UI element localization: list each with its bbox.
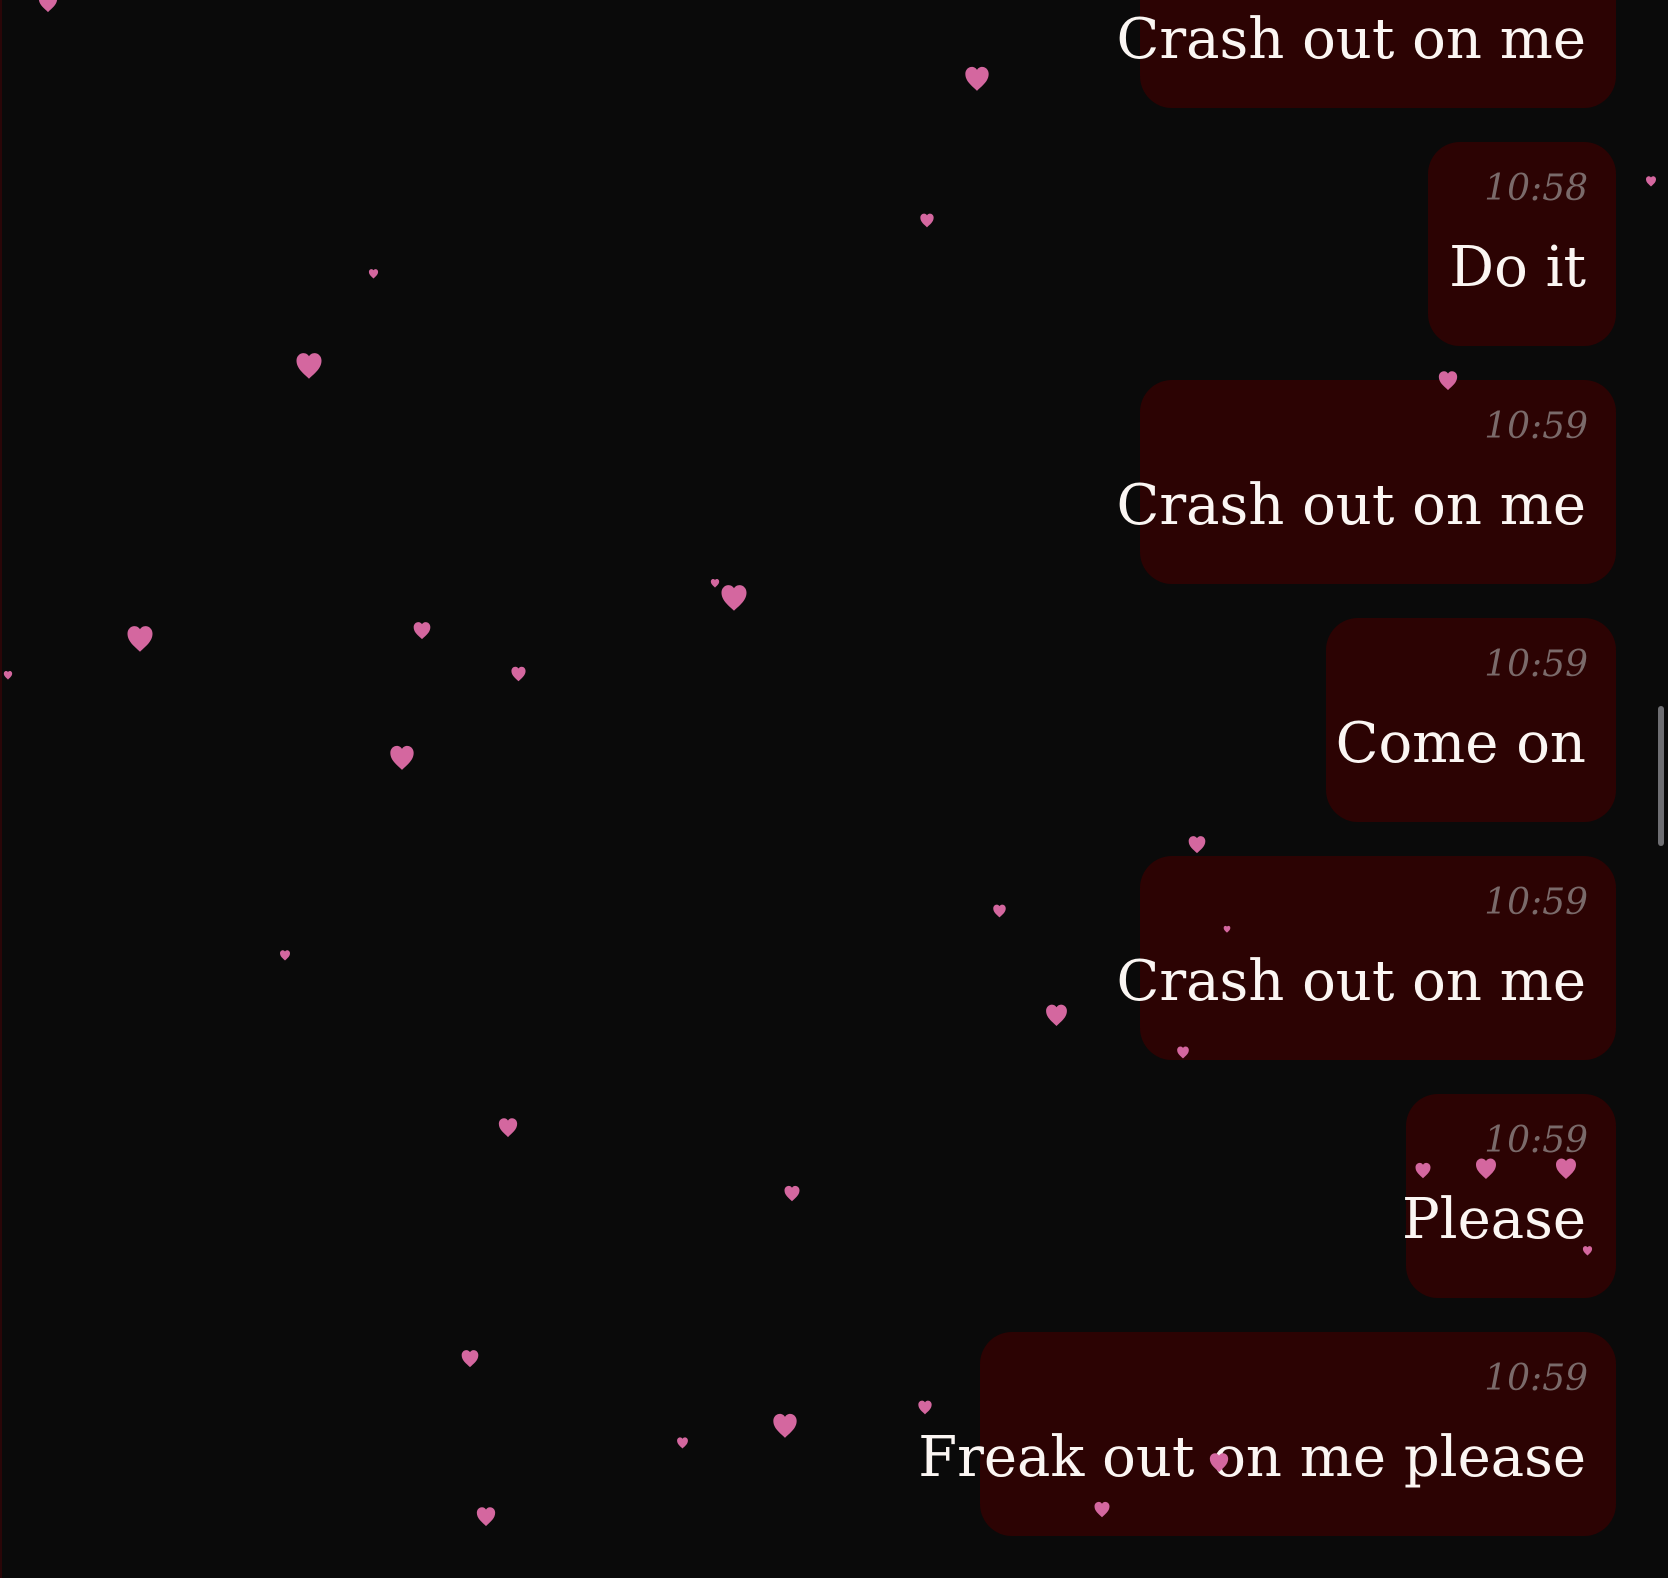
heart-icon	[3, 671, 13, 680]
scrollbar[interactable]	[1658, 706, 1664, 846]
heart-icon	[38, 0, 58, 13]
heart-icon	[1209, 1453, 1229, 1473]
heart-icon	[510, 666, 526, 681]
heart-icon	[773, 1413, 797, 1438]
message-bubble[interactable]: 10:59 Freak out on me please	[918, 1332, 1616, 1536]
message-timestamp: 10:59	[1484, 644, 1588, 685]
heart-icon	[1188, 836, 1206, 854]
heart-icon	[1045, 1004, 1067, 1026]
heart-icon	[296, 353, 322, 379]
heart-icon	[368, 268, 378, 279]
message-text: Please	[1402, 1187, 1586, 1252]
heart-icon	[1476, 1158, 1496, 1179]
message-timestamp: 10:59	[1484, 882, 1588, 923]
heart-icon	[920, 213, 934, 228]
heart-icon	[280, 950, 290, 961]
left-edge-line	[0, 0, 2, 1578]
message-bubble[interactable]: 10:59 Please	[1402, 1094, 1616, 1298]
message-bubble[interactable]: 10:59 Crash out on me	[1116, 380, 1616, 584]
message-timestamp: 10:59	[1484, 406, 1588, 447]
message-text: Crash out on me	[1116, 949, 1586, 1014]
heart-icon	[965, 66, 989, 91]
heart-icon	[476, 1507, 496, 1527]
heart-icon	[498, 1118, 518, 1138]
message-text: Come on	[1335, 711, 1586, 776]
heart-icon	[413, 622, 431, 640]
heart-icon	[721, 585, 747, 611]
heart-icon	[127, 626, 153, 652]
message-timestamp: 10:59	[1484, 1358, 1588, 1399]
heart-icon	[1094, 1501, 1110, 1518]
message-text: Do it	[1449, 235, 1586, 300]
chat-screen: Crash out on me 10:58 Do it 10:59 Crash …	[0, 0, 1668, 1578]
heart-icon	[1223, 925, 1231, 933]
heart-icon	[676, 1436, 688, 1448]
message-text: Freak out on me please	[918, 1425, 1586, 1490]
message-bubble[interactable]: Crash out on me	[1116, 0, 1616, 108]
message-bubble[interactable]: 10:59 Crash out on me	[1116, 856, 1616, 1060]
message-timestamp: 10:59	[1484, 1120, 1588, 1161]
heart-icon	[784, 1185, 800, 1202]
heart-icon	[1556, 1158, 1576, 1179]
heart-icon	[390, 745, 414, 770]
heart-icon	[918, 1400, 932, 1415]
heart-icon	[1415, 1162, 1431, 1179]
message-bubble[interactable]: 10:58 Do it	[1428, 142, 1616, 346]
heart-icon	[461, 1350, 479, 1368]
heart-icon	[992, 904, 1006, 917]
heart-icon	[1438, 371, 1458, 391]
message-text: Crash out on me	[1116, 473, 1586, 538]
message-bubble[interactable]: 10:59 Come on	[1326, 618, 1616, 822]
heart-icon	[1582, 1245, 1592, 1256]
message-text: Crash out on me	[1116, 7, 1586, 72]
heart-icon	[1646, 176, 1656, 187]
message-timestamp: 10:58	[1484, 168, 1588, 209]
heart-icon	[1177, 1046, 1189, 1059]
